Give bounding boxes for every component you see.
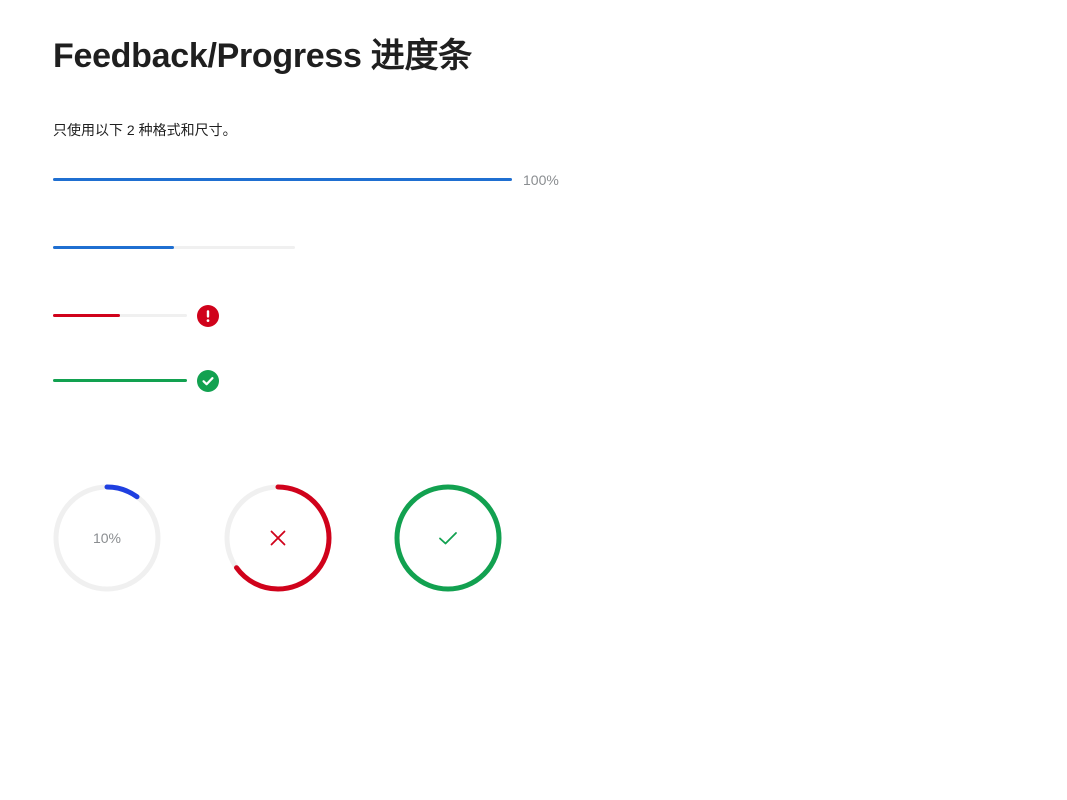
- close-icon: [270, 530, 286, 546]
- progress-bar-large: 100%: [53, 169, 573, 191]
- description: 只使用以下 2 种格式和尺寸。: [53, 122, 237, 138]
- progress-bar-success: [53, 370, 219, 392]
- circle-progress-success: [394, 484, 502, 592]
- check-icon: [197, 370, 219, 392]
- circle-progress-label: 10%: [92, 530, 122, 546]
- progress-fill: [53, 314, 120, 317]
- progress-track: [53, 246, 295, 249]
- progress-bar-medium: [53, 237, 298, 259]
- circle-progress-normal: 10%: [53, 484, 161, 592]
- progress-track: [53, 379, 187, 382]
- progress-fill: [53, 246, 174, 249]
- progress-fill: [53, 379, 187, 382]
- page-title: Feedback/Progress 进度条: [53, 37, 472, 75]
- progress-track: [53, 314, 187, 317]
- progress-track: [53, 178, 512, 181]
- progress-value-label: 100%: [523, 172, 559, 188]
- circle-progress-error: [224, 484, 332, 592]
- check-icon: [439, 532, 457, 545]
- progress-bar-error: [53, 305, 219, 327]
- progress-fill: [53, 178, 512, 181]
- exclamation-icon: [197, 305, 219, 327]
